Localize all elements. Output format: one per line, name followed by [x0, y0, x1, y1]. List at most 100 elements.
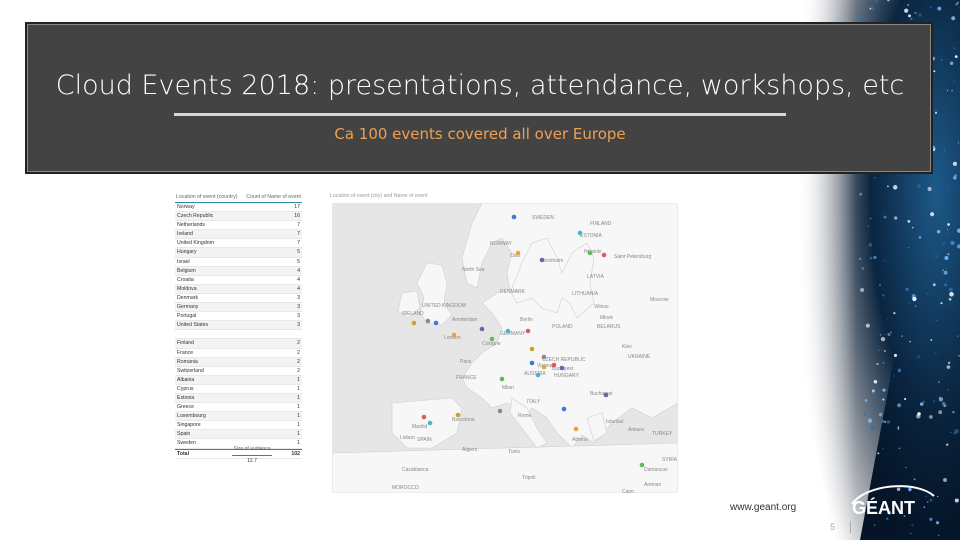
event-marker[interactable] [577, 230, 583, 236]
map-label: Madrid [412, 424, 428, 430]
row-count: 2 [297, 340, 300, 347]
event-marker[interactable] [561, 406, 567, 412]
map-label: Algiers [462, 447, 478, 453]
map-label: POLAND [552, 324, 573, 330]
table-row: Singapore 1 [175, 421, 302, 431]
row-country: Moldova [177, 285, 197, 292]
event-marker[interactable] [505, 328, 511, 334]
map-label: Lisbon [400, 435, 415, 441]
event-marker[interactable] [425, 318, 431, 324]
title-divider [174, 113, 786, 116]
row-country: France [177, 349, 194, 356]
row-count: 17 [294, 204, 300, 210]
row-count: 1 [297, 440, 300, 447]
map-label: IRELAND [402, 311, 424, 317]
table-row: Finland 2 [175, 339, 302, 349]
event-marker[interactable] [511, 214, 517, 220]
map-label: Minsk [600, 315, 614, 321]
row-count: 1 [297, 376, 300, 383]
event-marker[interactable] [541, 354, 547, 360]
event-marker[interactable] [551, 362, 557, 368]
table-row: Netherlands 7 [175, 221, 302, 231]
event-marker[interactable] [515, 250, 521, 256]
map-label: BELARUS [597, 324, 621, 330]
map-label: FRANCE [456, 375, 477, 381]
table-row: Albania 1 [175, 375, 302, 385]
row-country: Cyprus [177, 385, 194, 392]
map-label: Barcelona [452, 417, 475, 423]
event-marker[interactable] [559, 365, 565, 371]
row-country: Belgium [177, 267, 196, 274]
table-row: Switzerland 2 [175, 367, 302, 376]
row-count: 7 [297, 222, 300, 229]
table-row: Israel 5 [175, 258, 302, 267]
row-count: 5 [297, 249, 300, 256]
map-label: HUNGARY [554, 373, 580, 379]
row-country: Denmark [177, 294, 199, 301]
table-row: Czech Republic 16 [175, 212, 302, 222]
map-label: Cairo [622, 489, 634, 493]
map-canvas[interactable]: SWEDEN FINLAND NORWAY Oslo Stockholm Helsinki… [332, 203, 678, 493]
event-marker[interactable] [601, 252, 607, 258]
row-country: Sweden [177, 440, 196, 447]
event-marker[interactable] [529, 360, 535, 366]
row-count: 4 [297, 276, 300, 283]
event-marker[interactable] [499, 376, 505, 382]
event-marker[interactable] [535, 372, 541, 378]
row-count: 4 [297, 267, 300, 274]
event-marker[interactable] [525, 328, 531, 334]
event-marker[interactable] [539, 257, 545, 263]
event-marker[interactable] [489, 336, 495, 342]
row-country: Germany [177, 304, 199, 311]
map-caption: Location of event (city) and Name of eve… [330, 193, 428, 199]
event-marker[interactable] [587, 250, 593, 256]
table-row: Greece 1 [175, 403, 302, 413]
row-count: 4 [297, 285, 300, 292]
row-country: Singapore [177, 422, 201, 429]
table-row: Luxembourg 1 [175, 412, 302, 422]
event-marker[interactable] [427, 420, 433, 426]
event-marker[interactable] [497, 408, 503, 414]
map-label: Kiev [622, 344, 632, 350]
map-label: Moscow [650, 297, 669, 303]
row-country: Croatia [177, 276, 194, 283]
row-count: 2 [297, 358, 300, 365]
map-label: Saint Petersburg [614, 254, 651, 260]
row-count: 1 [297, 431, 300, 438]
row-country: Estonia [177, 394, 195, 401]
event-marker[interactable] [479, 326, 485, 332]
row-count: 1 [297, 422, 300, 429]
table-header: Location of event (country) Count of Nam… [175, 193, 302, 203]
audience-summary-card: Size of audience 12.7 [232, 446, 272, 464]
row-country: Albania [177, 376, 195, 383]
table-row: France 2 [175, 349, 302, 358]
table-row: Moldova 4 [175, 284, 302, 294]
row-country: Czech Republic [177, 213, 214, 220]
footer-url[interactable]: www.geant.org [730, 502, 796, 513]
event-marker[interactable] [421, 414, 427, 420]
event-marker[interactable] [411, 320, 417, 326]
row-count: 3 [297, 304, 300, 311]
events-map: Location of event (city) and Name of eve… [330, 193, 678, 493]
event-marker[interactable] [639, 462, 645, 468]
map-label: Amsterdam [452, 317, 478, 323]
map-label: UKRAINE [628, 354, 651, 360]
slide-title: Cloud Events 2018: presentations, attend… [55, 70, 905, 101]
event-marker[interactable] [455, 412, 461, 418]
event-marker[interactable] [433, 320, 439, 326]
header-country: Location of event (country) [176, 194, 238, 200]
map-label: Bucharest [590, 391, 613, 397]
row-count: 1 [297, 385, 300, 392]
event-marker[interactable] [541, 364, 547, 370]
event-marker[interactable] [451, 332, 457, 338]
event-marker[interactable] [573, 426, 579, 432]
row-count: 5 [297, 258, 300, 265]
map-label: SPAIN [417, 437, 432, 443]
table-row: Estonia 1 [175, 393, 302, 404]
row-count: 3 [297, 313, 300, 320]
map-label: ITALY [527, 399, 541, 405]
table-row: Germany 3 [175, 303, 302, 313]
event-marker[interactable] [529, 346, 535, 352]
map-label: UNITED KINGDOM [422, 303, 466, 309]
event-marker[interactable] [603, 392, 609, 398]
